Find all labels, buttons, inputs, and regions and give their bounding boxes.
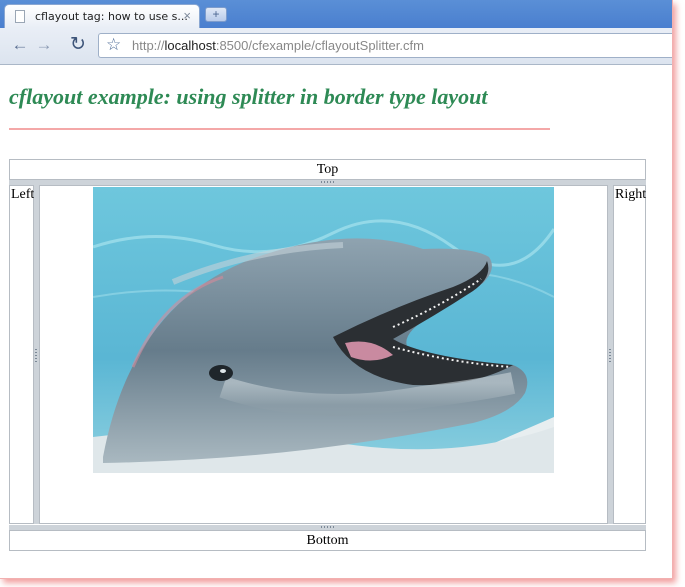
bottom-region: Bottom	[9, 530, 646, 551]
browser-toolbar: ← → ↻ ☆ http://localhost:8500/cfexample/…	[0, 28, 672, 65]
tab-title: cflayout tag: how to use s...	[35, 10, 188, 23]
url-text: http://localhost:8500/cfexample/cflayout…	[132, 38, 424, 53]
new-tab-button[interactable]: +	[205, 7, 227, 22]
center-region	[39, 185, 608, 524]
url-path: :8500/cfexample/cflayoutSplitter.cfm	[215, 38, 424, 53]
reload-icon[interactable]: ↻	[66, 33, 90, 57]
left-region: Left	[9, 185, 34, 524]
top-splitter-grip-icon[interactable]	[320, 181, 335, 183]
left-splitter-grip-icon[interactable]	[35, 347, 37, 362]
url-prefix: http://	[132, 38, 165, 53]
right-label: Right	[615, 187, 647, 202]
dolphin-image	[93, 187, 554, 473]
url-host: localhost	[164, 38, 216, 53]
bottom-splitter-grip-icon[interactable]	[320, 526, 335, 528]
left-label: Left	[11, 187, 35, 202]
page-icon	[15, 10, 25, 23]
horizontal-rule	[9, 128, 550, 130]
bottom-label: Bottom	[306, 533, 349, 548]
browser-window: cflayout tag: how to use s... × + ← → ↻ …	[0, 0, 673, 579]
close-tab-icon[interactable]: ×	[183, 8, 191, 23]
browser-tab[interactable]: cflayout tag: how to use s... ×	[4, 4, 200, 28]
right-region: Right	[613, 185, 646, 524]
bookmark-star-icon[interactable]: ☆	[106, 35, 121, 55]
top-region: Top	[9, 159, 646, 180]
border-layout: Top Left Right Bottom	[9, 159, 646, 551]
back-arrow-icon[interactable]: ←	[8, 33, 32, 57]
top-label: Top	[316, 162, 339, 177]
forward-arrow-icon[interactable]: →	[32, 33, 56, 57]
tab-strip: cflayout tag: how to use s... × +	[0, 0, 672, 28]
page-heading: cflayout example: using splitter in bord…	[9, 84, 488, 109]
right-splitter-grip-icon[interactable]	[609, 347, 611, 362]
address-bar[interactable]: ☆ http://localhost:8500/cfexample/cflayo…	[98, 33, 672, 58]
